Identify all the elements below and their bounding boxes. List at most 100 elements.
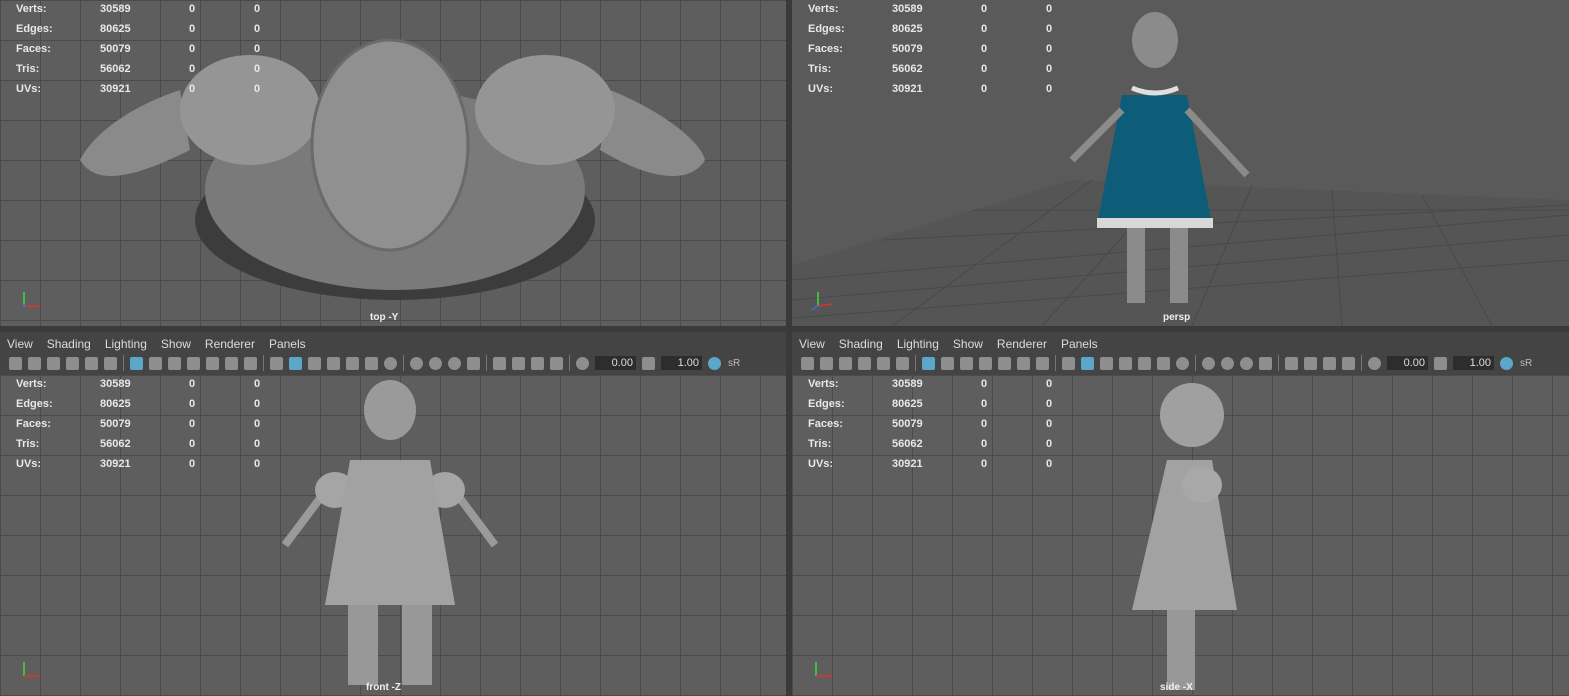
safe-title-icon[interactable] xyxy=(244,356,257,370)
gamma-field[interactable]: 1.00 xyxy=(661,356,702,370)
xray-icon[interactable] xyxy=(1304,356,1317,370)
hud-value: 0 xyxy=(254,23,261,35)
safe-action-icon[interactable] xyxy=(1017,356,1030,370)
view-transform-label[interactable]: sR xyxy=(728,358,740,369)
shadows-icon[interactable] xyxy=(1176,356,1189,370)
menu-renderer[interactable]: Renderer xyxy=(205,337,255,351)
gate-mask-icon[interactable] xyxy=(187,356,200,370)
color-management-icon[interactable] xyxy=(1500,356,1513,370)
camera-select-icon[interactable] xyxy=(9,356,22,370)
hud-row-verts: Verts: 30589 0 0 xyxy=(808,377,1068,397)
smooth-shade-icon[interactable] xyxy=(289,356,302,370)
textured-icon[interactable] xyxy=(346,356,359,370)
gamma-icon[interactable] xyxy=(1434,356,1447,370)
xray-joints-icon[interactable] xyxy=(531,356,544,370)
isolate-select-icon[interactable] xyxy=(1285,356,1298,370)
use-all-lights-icon[interactable] xyxy=(1157,356,1170,370)
viewport-top[interactable]: Verts: 30589 0 0 Edges: 80625 0 0 Faces: 50079 0… xyxy=(0,0,786,326)
exposure-field[interactable]: 0.00 xyxy=(1387,356,1428,370)
menu-renderer[interactable]: Renderer xyxy=(997,337,1047,351)
xray-components-icon[interactable] xyxy=(1342,356,1355,370)
use-all-lights-icon[interactable] xyxy=(365,356,378,370)
menu-view[interactable]: View xyxy=(799,337,825,351)
motion-blur-icon[interactable] xyxy=(429,356,442,370)
menu-view[interactable]: View xyxy=(7,337,33,351)
anti-aliasing-icon[interactable] xyxy=(448,356,461,370)
camera-attributes-icon[interactable] xyxy=(28,356,41,370)
shadows-icon[interactable] xyxy=(384,356,397,370)
xray-components-icon[interactable] xyxy=(550,356,563,370)
hud-value: 0 xyxy=(254,3,261,15)
menu-shading[interactable]: Shading xyxy=(47,337,91,351)
default-material-icon[interactable] xyxy=(1100,356,1113,370)
wireframe-on-shaded-icon[interactable] xyxy=(1119,356,1132,370)
pane-divider-horizontal[interactable] xyxy=(0,326,1569,332)
field-chart-icon[interactable] xyxy=(206,356,219,370)
default-material-icon[interactable] xyxy=(308,356,321,370)
exposure-icon[interactable] xyxy=(576,356,589,370)
wireframe-icon[interactable] xyxy=(270,356,283,370)
menu-lighting[interactable]: Lighting xyxy=(897,337,939,351)
motion-blur-icon[interactable] xyxy=(1221,356,1234,370)
menu-panels[interactable]: Panels xyxy=(1061,337,1098,351)
exposure-field[interactable]: 0.00 xyxy=(595,356,636,370)
depth-of-field-icon[interactable] xyxy=(1259,356,1272,370)
grid-toggle-icon[interactable] xyxy=(922,356,935,370)
resolution-gate-icon[interactable] xyxy=(960,356,973,370)
hud-value: 0 xyxy=(1046,458,1053,470)
screen-space-ao-icon[interactable] xyxy=(410,356,423,370)
menu-show[interactable]: Show xyxy=(161,337,191,351)
exposure-icon[interactable] xyxy=(1368,356,1381,370)
film-gate-icon[interactable] xyxy=(941,356,954,370)
grease-pencil-icon[interactable] xyxy=(877,356,890,370)
safe-action-icon[interactable] xyxy=(225,356,238,370)
field-chart-icon[interactable] xyxy=(998,356,1011,370)
camera-select-icon[interactable] xyxy=(801,356,814,370)
xray-joints-icon[interactable] xyxy=(1323,356,1336,370)
camera-label-persp: persp xyxy=(1163,312,1191,323)
gate-mask-icon[interactable] xyxy=(979,356,992,370)
film-gate-icon[interactable] xyxy=(149,356,162,370)
isolate-select-icon[interactable] xyxy=(493,356,506,370)
viewport-front[interactable]: Verts: 30589 0 0 Edges: 80625 0 0 Faces: 50079 0… xyxy=(0,375,786,696)
image-plane-icon[interactable] xyxy=(858,356,871,370)
grid-toggle-icon[interactable] xyxy=(130,356,143,370)
screen-space-ao-icon[interactable] xyxy=(1202,356,1215,370)
bookmark-icon[interactable] xyxy=(47,356,60,370)
wireframe-icon[interactable] xyxy=(1062,356,1075,370)
hud-row-uvs: UVs: 30921 0 0 xyxy=(16,82,276,102)
panel-toolbar-front: 0.00 1.00 sR xyxy=(0,351,786,375)
bookmark-icon[interactable] xyxy=(839,356,852,370)
hud-label: Faces: xyxy=(808,418,843,430)
viewport-persp[interactable]: Verts: 30589 0 0 Edges: 80625 0 0 Faces: 50079 0… xyxy=(792,0,1569,326)
menu-lighting[interactable]: Lighting xyxy=(105,337,147,351)
view-transform-label[interactable]: sR xyxy=(1520,358,1532,369)
gamma-icon[interactable] xyxy=(642,356,655,370)
2d-pan-zoom-icon[interactable] xyxy=(104,356,117,370)
anti-aliasing-icon[interactable] xyxy=(1240,356,1253,370)
hud-value: 0 xyxy=(189,378,196,390)
depth-of-field-icon[interactable] xyxy=(467,356,480,370)
menu-shading[interactable]: Shading xyxy=(839,337,883,351)
resolution-gate-icon[interactable] xyxy=(168,356,181,370)
viewport-side[interactable]: Verts: 30589 0 0 Edges: 80625 0 0 Faces: 50079 0… xyxy=(792,375,1569,696)
hud-value: 0 xyxy=(254,458,261,470)
gamma-field[interactable]: 1.00 xyxy=(1453,356,1494,370)
color-management-icon[interactable] xyxy=(708,356,721,370)
menu-show[interactable]: Show xyxy=(953,337,983,351)
grease-pencil-icon[interactable] xyxy=(85,356,98,370)
textured-icon[interactable] xyxy=(1138,356,1151,370)
hud-value: 0 xyxy=(189,458,196,470)
hud-value: 0 xyxy=(981,378,988,390)
camera-attributes-icon[interactable] xyxy=(820,356,833,370)
hud-value: 0 xyxy=(254,378,261,390)
image-plane-icon[interactable] xyxy=(66,356,79,370)
wireframe-on-shaded-icon[interactable] xyxy=(327,356,340,370)
hud-value: 56062 xyxy=(892,438,923,450)
hud-label: UVs: xyxy=(808,83,834,95)
xray-icon[interactable] xyxy=(512,356,525,370)
smooth-shade-icon[interactable] xyxy=(1081,356,1094,370)
2d-pan-zoom-icon[interactable] xyxy=(896,356,909,370)
menu-panels[interactable]: Panels xyxy=(269,337,306,351)
safe-title-icon[interactable] xyxy=(1036,356,1049,370)
